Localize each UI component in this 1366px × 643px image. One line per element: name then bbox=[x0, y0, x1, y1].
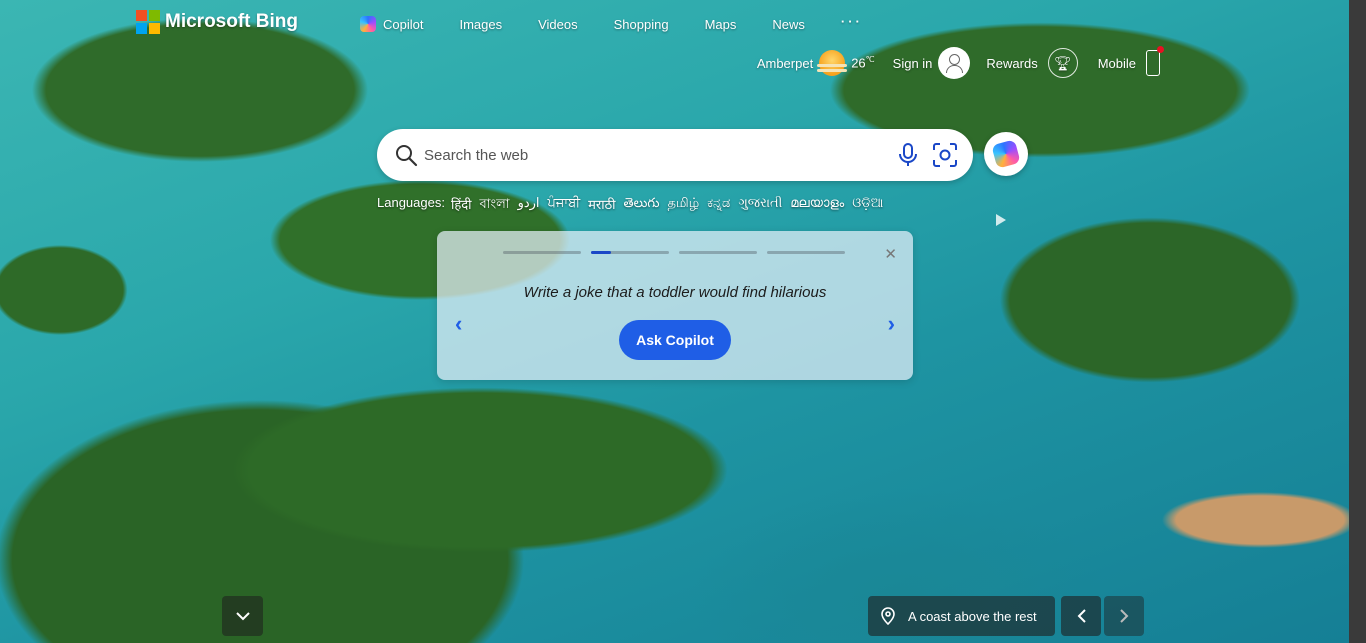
mobile-button[interactable]: Mobile bbox=[1097, 46, 1164, 76]
language-link[interactable]: हिंदी bbox=[451, 195, 472, 216]
progress-segment-active[interactable] bbox=[591, 251, 669, 254]
language-link[interactable]: ગુજરાતી bbox=[738, 195, 782, 216]
nav-news-label: News bbox=[772, 16, 805, 32]
nav-copilot[interactable]: Copilot bbox=[360, 16, 423, 32]
copilot-icon bbox=[360, 16, 376, 32]
top-nav: Copilot Images Videos Shopping Maps News… bbox=[360, 14, 899, 32]
progress-segment[interactable] bbox=[679, 251, 757, 254]
page-scrollbar[interactable] bbox=[1349, 0, 1366, 643]
play-icon[interactable] bbox=[996, 214, 1006, 226]
chevron-right-icon bbox=[1119, 609, 1128, 623]
language-link[interactable]: اردو bbox=[518, 195, 540, 216]
language-link[interactable]: ਪੰਜਾਬੀ bbox=[548, 195, 581, 216]
close-icon[interactable]: ✕ bbox=[884, 245, 897, 263]
nav-images-label: Images bbox=[459, 16, 503, 32]
languages-label: Languages: bbox=[377, 195, 445, 210]
temperature-value: 26℃ bbox=[851, 55, 874, 70]
nav-videos[interactable]: Videos bbox=[538, 17, 578, 32]
notification-dot bbox=[1157, 46, 1164, 53]
previous-image-button[interactable] bbox=[1061, 596, 1101, 636]
next-image-button[interactable] bbox=[1104, 596, 1144, 636]
language-link[interactable]: ಕನ್ನಡ bbox=[707, 195, 730, 216]
progress-segment[interactable] bbox=[767, 251, 845, 254]
scroll-down-button[interactable] bbox=[222, 596, 263, 636]
image-caption-label: A coast above the rest bbox=[908, 608, 1037, 624]
weather-widget[interactable]: Amberpet 26℃ bbox=[757, 50, 875, 76]
language-link[interactable]: తెలుగు bbox=[624, 195, 660, 216]
nav-copilot-label: Copilot bbox=[383, 16, 424, 32]
avatar-icon bbox=[938, 47, 971, 79]
carousel-progress bbox=[503, 251, 845, 254]
signin-button[interactable]: Sign in bbox=[893, 47, 971, 79]
search-input[interactable] bbox=[424, 143, 874, 167]
weather-hazy-sun-icon bbox=[817, 50, 848, 76]
chevron-right-icon[interactable]: › bbox=[888, 311, 895, 337]
rewards-label: Rewards bbox=[986, 55, 1038, 71]
chevron-left-icon[interactable]: ‹ bbox=[455, 311, 462, 337]
languages-bar: Languages: हिंदी বাংলা اردو ਪੰਜਾਬੀ मराठी… bbox=[377, 195, 883, 216]
temperature-unit: ℃ bbox=[865, 55, 875, 65]
location-label: Amberpet bbox=[756, 55, 814, 71]
hamburger-menu-icon[interactable] bbox=[1180, 56, 1200, 70]
language-link[interactable]: ଓଡ଼ିଆ bbox=[852, 195, 883, 216]
language-link[interactable]: தமிழ் bbox=[667, 195, 699, 216]
ask-copilot-button[interactable]: Ask Copilot bbox=[619, 320, 731, 360]
search-box bbox=[377, 129, 973, 181]
prompt-suggestion: Write a joke that a toddler would find h… bbox=[523, 284, 827, 301]
language-link[interactable]: বাংলা bbox=[480, 195, 510, 216]
chevron-left-icon bbox=[1077, 609, 1086, 623]
nav-videos-label: Videos bbox=[538, 16, 578, 32]
nav-maps[interactable]: Maps bbox=[705, 17, 737, 32]
temperature-number: 26 bbox=[851, 55, 866, 71]
trophy-icon: 🏆︎ bbox=[1047, 48, 1078, 78]
copilot-icon bbox=[991, 139, 1021, 169]
nav-maps-label: Maps bbox=[704, 16, 737, 32]
copilot-search-button[interactable] bbox=[984, 132, 1028, 176]
bing-logo[interactable]: Microsoft Bing bbox=[136, 10, 298, 34]
microphone-icon[interactable] bbox=[897, 142, 919, 168]
search-icon[interactable] bbox=[394, 143, 418, 167]
language-link[interactable]: मराठी bbox=[588, 195, 615, 216]
more-menu-button[interactable]: ··· bbox=[841, 14, 863, 29]
microsoft-logo-icon bbox=[136, 10, 160, 34]
brand-name: Microsoft Bing bbox=[165, 11, 298, 32]
header-right: Amberpet 26℃ Sign in Rewards 🏆︎ Mobile bbox=[757, 46, 1200, 79]
progress-segment[interactable] bbox=[503, 251, 581, 254]
rewards-button[interactable]: Rewards 🏆︎ bbox=[986, 48, 1078, 78]
copilot-prompt-card: ✕ ‹ Write a joke that a toddler would fi… bbox=[437, 231, 913, 380]
language-link[interactable]: മലയാളം bbox=[790, 195, 844, 216]
signin-label: Sign in bbox=[892, 55, 933, 71]
phone-icon bbox=[1146, 46, 1164, 76]
location-pin-icon bbox=[881, 607, 895, 625]
nav-shopping-label: Shopping bbox=[613, 16, 669, 32]
mobile-label: Mobile bbox=[1097, 55, 1136, 71]
chevron-down-icon bbox=[235, 611, 250, 620]
nav-news[interactable]: News bbox=[772, 17, 805, 32]
nav-images[interactable]: Images bbox=[459, 17, 502, 32]
image-caption-button[interactable]: A coast above the rest bbox=[868, 596, 1055, 636]
nav-shopping[interactable]: Shopping bbox=[614, 17, 669, 32]
visual-search-icon[interactable] bbox=[932, 142, 958, 168]
